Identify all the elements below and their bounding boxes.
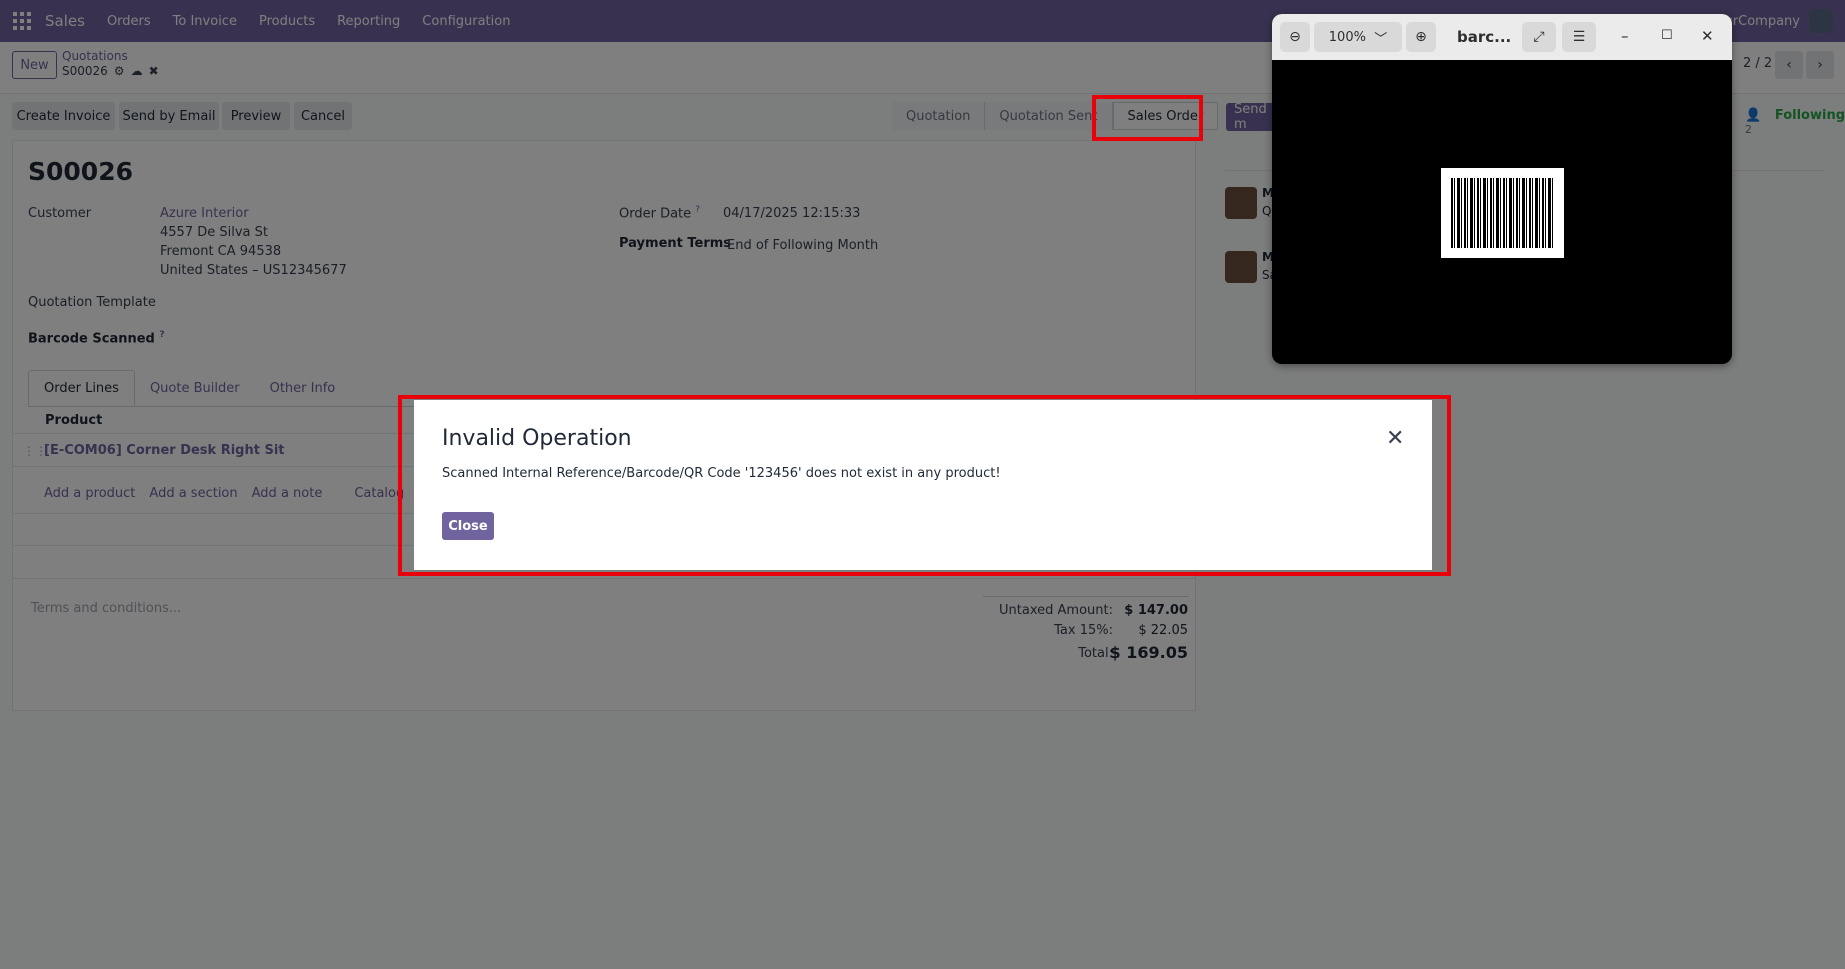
maximize-icon[interactable]: ☐ [1661, 28, 1673, 43]
zoom-level-select[interactable]: 100% ﹀ [1314, 22, 1402, 52]
zoom-out-icon[interactable]: ⊖ [1280, 22, 1310, 52]
error-dialog: Invalid Operation ✕ Scanned Internal Ref… [414, 400, 1432, 570]
window-close-icon[interactable]: ✕ [1701, 27, 1714, 45]
viewer-title: barc... [1457, 28, 1512, 46]
hamburger-menu-icon[interactable]: ☰ [1562, 22, 1596, 52]
close-icon[interactable]: ✕ [1386, 426, 1404, 451]
zoom-in-icon[interactable]: ⊕ [1406, 22, 1436, 52]
dialog-message: Scanned Internal Reference/Barcode/QR Co… [442, 466, 1001, 481]
close-button[interactable]: Close [442, 512, 494, 540]
barcode-icon [1451, 178, 1554, 248]
fullscreen-icon[interactable]: ⤢ [1522, 22, 1556, 52]
minimize-icon[interactable]: – [1621, 27, 1629, 45]
barcode-image [1441, 168, 1564, 258]
viewer-header: ⊖ 100% ﹀ ⊕ barc... ⤢ ☰ – ☐ ✕ [1272, 14, 1732, 60]
image-viewer-window: ⊖ 100% ﹀ ⊕ barc... ⤢ ☰ – ☐ ✕ [1272, 14, 1732, 364]
highlight-box [1092, 95, 1203, 141]
dialog-title: Invalid Operation [442, 426, 632, 451]
